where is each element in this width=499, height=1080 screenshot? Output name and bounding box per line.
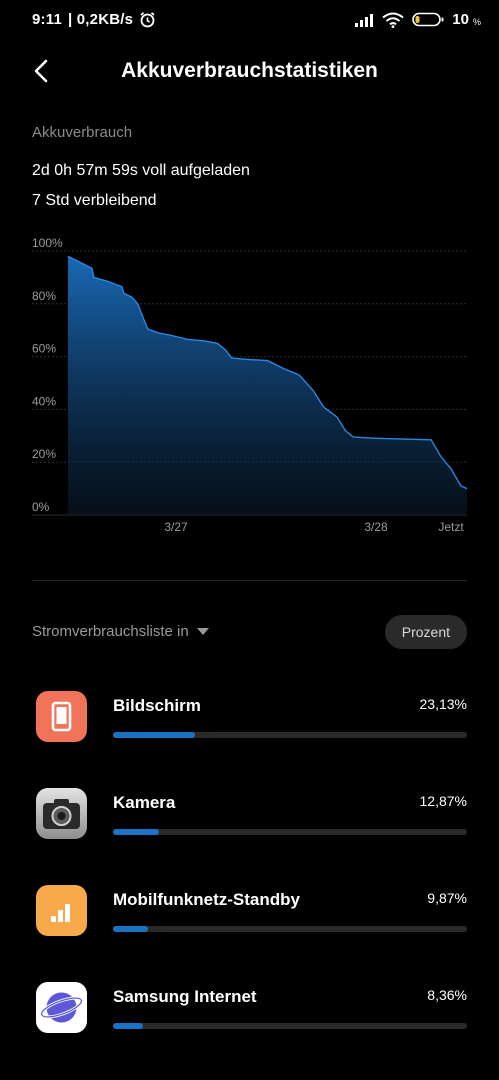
usage-list-dropdown[interactable]: Stromverbrauchsliste in	[32, 623, 209, 640]
app-header: Akkuverbrauchstatistiken	[0, 50, 499, 94]
usage-bar-track	[113, 1023, 467, 1029]
alarm-icon	[140, 12, 155, 28]
usage-list-label: Stromverbrauchsliste in	[32, 623, 189, 640]
page-title: Akkuverbrauchstatistiken	[121, 59, 378, 82]
app-percent: 9,87%	[427, 890, 467, 906]
screen-icon	[36, 691, 87, 742]
usage-bar-fill	[113, 829, 159, 835]
app-name: Bildschirm	[113, 696, 201, 715]
app-percent: 23,13%	[419, 696, 467, 712]
usage-bar-fill	[113, 732, 195, 738]
x-tick-label: 3/27	[164, 520, 188, 534]
charged-duration-text: 2d 0h 57m 59s voll aufgeladen	[32, 162, 250, 179]
cell-signal-icon	[36, 885, 87, 936]
section-label: Akkuverbrauch	[32, 124, 133, 141]
y-tick-label: 80%	[32, 289, 56, 303]
dropdown-caret-icon	[196, 628, 209, 635]
samsung-internet-icon	[36, 982, 87, 1033]
y-tick-label: 20%	[32, 447, 56, 461]
usage-bar-track	[113, 926, 467, 932]
y-tick-label: 60%	[32, 342, 56, 356]
usage-bar-track	[113, 732, 467, 738]
x-tick-label: 3/28	[364, 520, 388, 534]
x-tick-label: Jetzt	[438, 520, 464, 534]
usage-list-item[interactable]: Samsung Internet 8,36%	[0, 982, 499, 1079]
usage-bar-track	[113, 829, 467, 835]
battery-unit: %	[472, 16, 481, 27]
battery-icon	[412, 12, 444, 27]
wifi-icon	[382, 12, 404, 28]
status-bar: 9:11 | 0,2KB/s 10 %	[0, 0, 499, 44]
usage-bar-fill	[113, 1023, 143, 1029]
y-tick-label: 100%	[32, 238, 63, 250]
usage-list-item[interactable]: Mobilfunknetz-Standby 9,87%	[0, 885, 499, 982]
usage-bar-fill	[113, 926, 148, 932]
y-tick-label: 40%	[32, 394, 56, 408]
battery-level: 10	[452, 11, 469, 28]
battery-usage-chart: 100% 80% 60% 40% 20% 0% 3/27 3/28 Jetzt	[32, 238, 468, 534]
divider	[32, 580, 467, 581]
app-name: Samsung Internet	[113, 987, 257, 1006]
percent-mode-button[interactable]: Prozent	[384, 615, 467, 649]
app-percent: 12,87%	[419, 793, 467, 809]
y-tick-label: 0%	[32, 500, 50, 514]
clock: 9:11	[32, 11, 62, 28]
usage-list-item[interactable]: Kamera 12,87%	[0, 788, 499, 885]
app-name: Mobilfunknetz-Standby	[113, 890, 300, 909]
camera-icon	[36, 788, 87, 839]
signal-strength-icon	[355, 13, 374, 27]
app-percent: 8,36%	[427, 987, 467, 1003]
app-name: Kamera	[113, 793, 176, 812]
usage-list-item[interactable]: Bildschirm 23,13%	[0, 691, 499, 788]
remaining-time-text: 7 Std verbleibend	[32, 192, 157, 209]
network-speed: | 0,2KB/s	[68, 11, 134, 28]
